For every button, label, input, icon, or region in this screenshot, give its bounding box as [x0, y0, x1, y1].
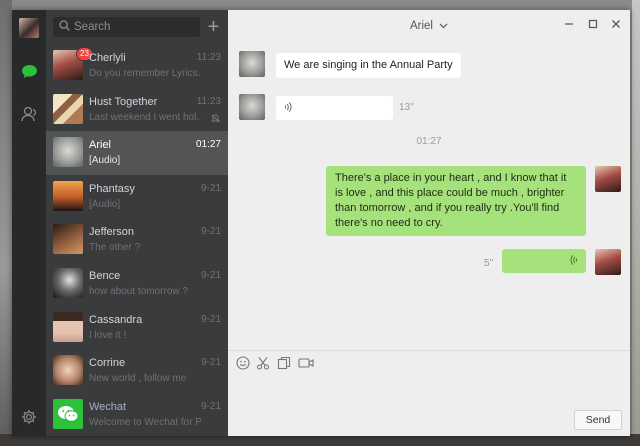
desktop-background-right	[632, 0, 640, 446]
conversation-time: 9-21	[200, 269, 221, 281]
conversation-name: Bence	[89, 269, 121, 282]
conversation-preview: New world , follow me	[89, 373, 187, 385]
desktop-background-left	[0, 0, 12, 446]
conversation-name: Jefferson	[89, 226, 135, 239]
scissors-icon[interactable]	[256, 356, 270, 373]
conversation-time: 01:27	[195, 139, 221, 151]
avatar	[53, 355, 83, 386]
chat-title[interactable]: Ariel	[410, 20, 433, 32]
conversation-item-corrine[interactable]: Corrine New world , follow me 9-21	[46, 349, 228, 393]
minimize-icon[interactable]	[564, 19, 574, 31]
my-chat-avatar	[595, 249, 621, 275]
chat-panel: Ariel We are singing in the Annual Party	[228, 10, 630, 436]
voice-duration: 13''	[399, 102, 414, 113]
emoji-icon[interactable]	[236, 356, 250, 373]
conversation-item-bence[interactable]: Bence how about tomorrow ? 9-21	[46, 262, 228, 306]
conversation-preview: Do you remember Lyrics…	[89, 68, 201, 79]
conversation-preview: Last weekend I went hol…	[89, 111, 201, 123]
avatar	[53, 137, 83, 168]
search-bar: +	[46, 10, 228, 44]
conversation-list: + 23 Cherlyli Do you remember Lyrics… 11…	[46, 10, 228, 436]
search-box[interactable]	[53, 17, 200, 37]
conversation-preview: [Audio]	[89, 155, 121, 167]
incoming-voice-bubble[interactable]	[276, 96, 393, 120]
outgoing-message-bubble: There's a place in your heart , and I kn…	[326, 166, 586, 236]
conversation-name: Corrine	[89, 357, 126, 370]
file-icon[interactable]	[277, 356, 291, 373]
close-icon[interactable]	[611, 19, 621, 31]
compose-toolbar	[228, 350, 630, 375]
chat-bubble-icon[interactable]	[20, 62, 38, 80]
conversation-item-cassandra[interactable]: Cassandra I love it ! 9-21	[46, 306, 228, 350]
conversation-name: Hust Together	[89, 95, 158, 108]
search-icon	[59, 20, 70, 34]
conversation-time: 9-21	[200, 400, 221, 412]
conversation-time: 9-21	[200, 357, 221, 369]
conversation-preview: how about tomorrow ?	[89, 285, 188, 297]
conversation-time: 9-21	[200, 182, 221, 194]
avatar	[53, 93, 83, 124]
wechat-logo-icon	[53, 398, 83, 429]
conversation-item-wechat[interactable]: Wechat Welcome to Wechat for PC… 9-21	[46, 393, 228, 437]
chat-title-bar: Ariel	[228, 10, 630, 42]
wechat-window: + 23 Cherlyli Do you remember Lyrics… 11…	[12, 10, 630, 436]
sender-avatar	[239, 94, 265, 120]
settings-gear-icon[interactable]	[20, 408, 38, 426]
mute-bell-icon	[211, 114, 220, 125]
conversation-time: 9-21	[200, 226, 221, 238]
my-chat-avatar	[595, 166, 621, 192]
conversation-time: 9-21	[200, 313, 221, 325]
contacts-icon[interactable]	[20, 105, 38, 123]
conversation-item-ariel[interactable]: Ariel [Audio] 01:27	[46, 131, 228, 175]
conversation-preview: The other ?	[89, 242, 141, 254]
conversation-name: Cassandra	[89, 313, 143, 326]
maximize-icon[interactable]	[588, 19, 598, 31]
conversation-item-jefferson[interactable]: Jefferson The other ? 9-21	[46, 218, 228, 262]
chevron-down-icon[interactable]	[439, 21, 448, 31]
avatar	[53, 267, 83, 298]
conversation-time: 11:23	[196, 95, 221, 107]
conversation-preview: I love it !	[89, 329, 127, 341]
video-call-icon[interactable]	[298, 356, 314, 373]
my-avatar[interactable]	[19, 18, 39, 38]
avatar	[53, 180, 83, 211]
conversation-time: 11:23	[196, 52, 221, 63]
avatar	[53, 311, 83, 342]
conversation-name: Phantasy	[89, 182, 135, 195]
voice-duration: 5''	[484, 258, 494, 269]
message-timestamp: 01:27	[416, 136, 442, 147]
outgoing-voice-bubble[interactable]	[502, 249, 586, 273]
conversation-name: Wechat	[89, 400, 127, 413]
conversation-preview: [Audio]	[89, 198, 121, 210]
conversation-preview: Welcome to Wechat for PC…	[89, 416, 201, 428]
message-area: We are singing in the Annual Party 13'' …	[228, 42, 630, 346]
add-plus-icon[interactable]: +	[206, 17, 221, 37]
voice-wave-icon	[283, 101, 293, 118]
incoming-message-bubble: We are singing in the Annual Party	[276, 53, 461, 78]
search-input[interactable]	[74, 21, 194, 33]
conversation-item-phantasy[interactable]: Phantasy [Audio] 9-21	[46, 175, 228, 219]
conversation-item-hust-together[interactable]: Hust Together Last weekend I went hol… 1…	[46, 88, 228, 132]
conversation-name: Cherlyli	[89, 52, 126, 64]
send-button[interactable]: Send	[574, 410, 622, 430]
navigation-bar	[12, 10, 46, 436]
conversation-item-cherlyli[interactable]: 23 Cherlyli Do you remember Lyrics… 11:2…	[46, 44, 228, 88]
voice-wave-icon	[569, 254, 579, 271]
conversation-name: Ariel	[89, 139, 112, 152]
avatar	[53, 224, 83, 255]
sender-avatar	[239, 51, 265, 77]
